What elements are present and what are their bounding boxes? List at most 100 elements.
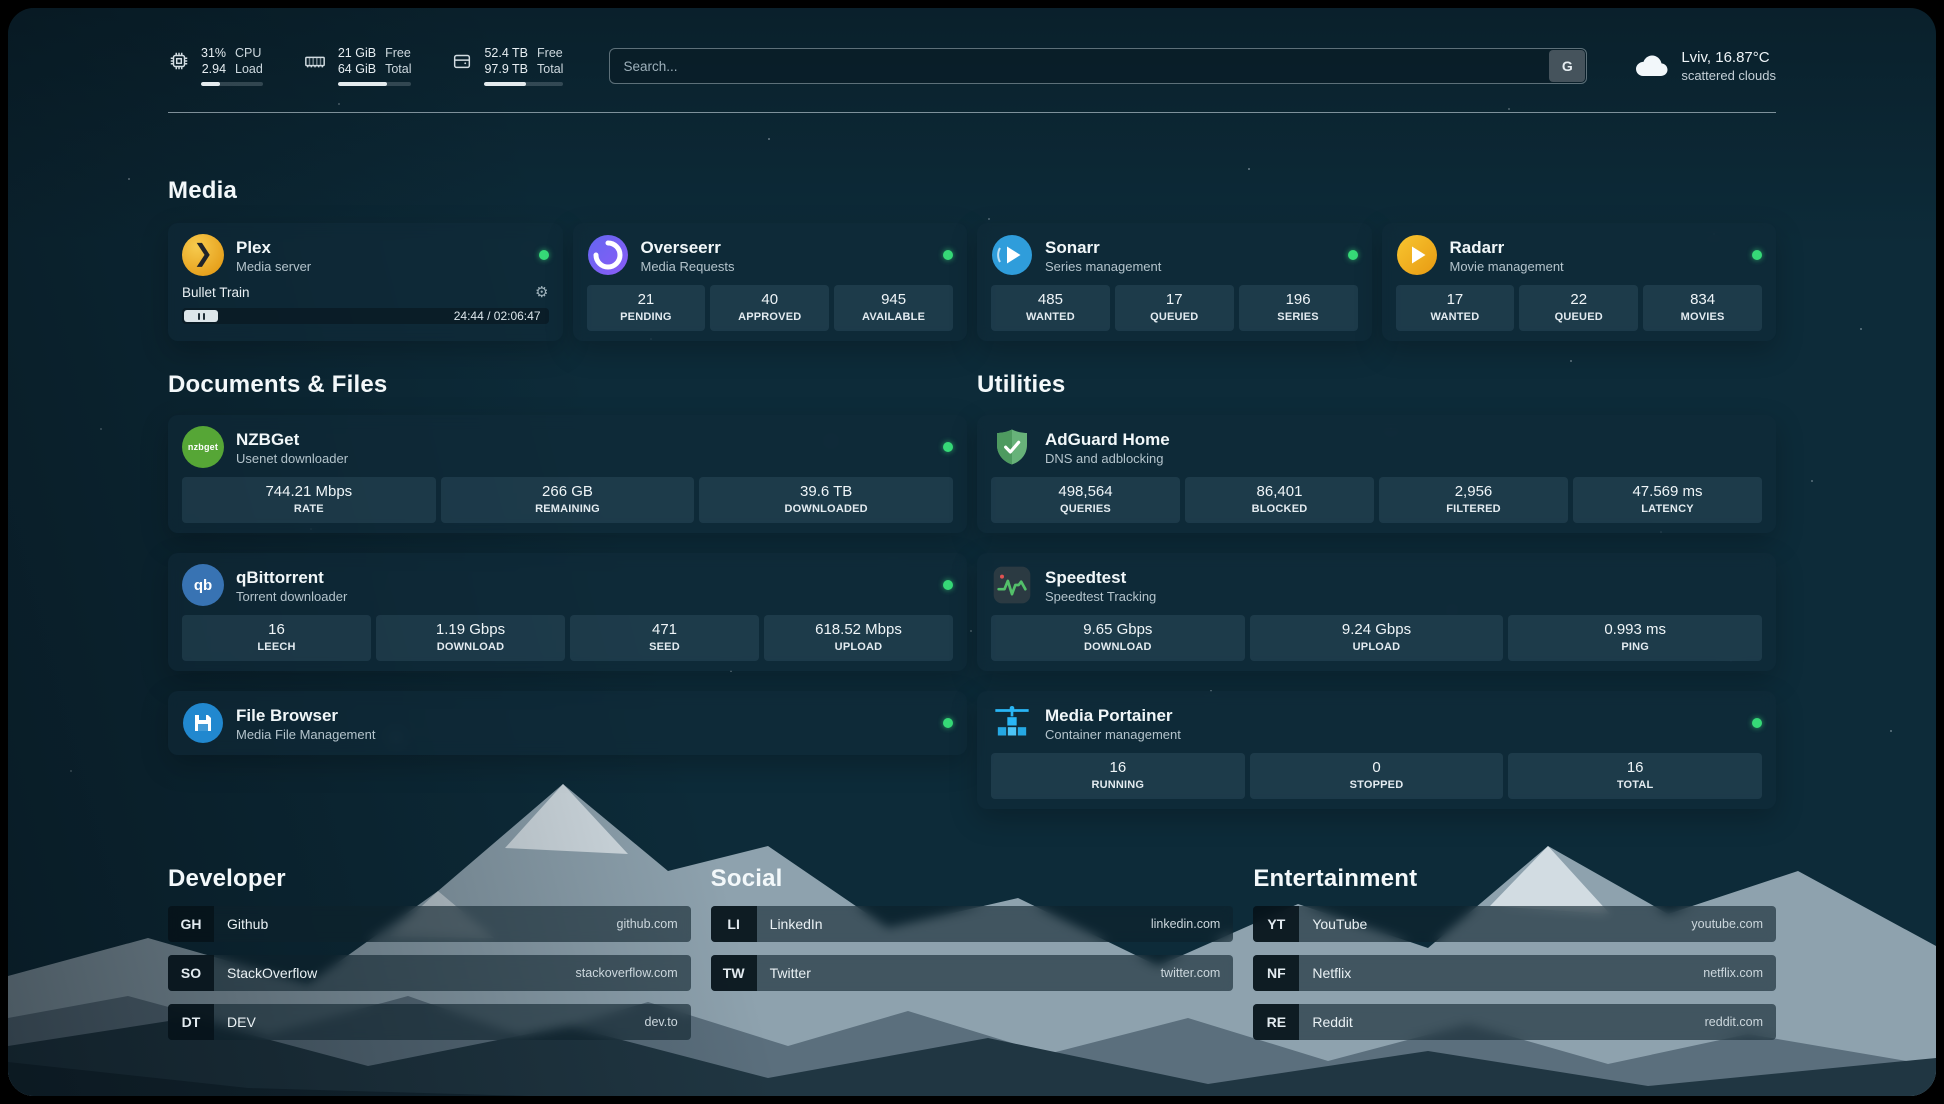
- weather-location-temp: Lviv, 16.87°C: [1681, 49, 1776, 66]
- cpu-load-label: Load: [235, 62, 263, 77]
- bookmark-name: Reddit: [1299, 1014, 1352, 1030]
- app-subtitle-filebrowser: Media File Management: [236, 727, 375, 742]
- stat-queries: 498,564 QUERIES: [991, 477, 1180, 523]
- disk-total-label: Total: [537, 62, 563, 77]
- app-card-overseerr[interactable]: Overseerr Media Requests 21 PENDING 40 A…: [573, 223, 968, 341]
- bookmark-name: YouTube: [1299, 916, 1367, 932]
- bookmark-name: Netflix: [1299, 965, 1351, 981]
- app-card-radarr[interactable]: Radarr Movie management 17 WANTED 22 QUE…: [1382, 223, 1777, 341]
- bookmark-url: youtube.com: [1691, 917, 1776, 931]
- adguard-icon: [991, 426, 1033, 468]
- bookmark-youtube[interactable]: YT YouTube youtube.com: [1253, 906, 1776, 942]
- section-title-social: Social: [711, 865, 1234, 893]
- app-name-qbittorrent: qBittorrent: [236, 567, 347, 588]
- status-online-dot: [1752, 250, 1762, 260]
- playback-progress-bar[interactable]: 24:44 / 02:06:47: [182, 308, 549, 324]
- ram-free-label: Free: [385, 46, 411, 61]
- overseerr-icon: [587, 234, 629, 276]
- cpu-icon: [168, 50, 190, 72]
- app-card-plex[interactable]: ❯ Plex Media server Bullet Train ⚙ 24:44…: [168, 223, 563, 341]
- section-title-documents: Documents & Files: [168, 371, 967, 399]
- stat-download: 1.19 Gbps DOWNLOAD: [376, 615, 565, 661]
- cpu-percent-value: 31%: [201, 46, 226, 61]
- stat-queued: 22 QUEUED: [1519, 285, 1638, 331]
- disk-stat-widget: 52.4 TB Free 97.9 TB Total: [451, 46, 563, 86]
- dashboard: 31% CPU 2.94 Load: [8, 8, 1936, 1096]
- status-online-dot: [943, 250, 953, 260]
- app-subtitle-speedtest: Speedtest Tracking: [1045, 589, 1156, 604]
- app-subtitle-radarr: Movie management: [1450, 259, 1564, 274]
- bookmark-url: twitter.com: [1161, 966, 1234, 980]
- app-card-portainer[interactable]: Media Portainer Container management 16 …: [977, 691, 1776, 809]
- app-name-plex: Plex: [236, 237, 311, 258]
- utilities-column: Utilities: [977, 371, 1776, 809]
- bookmark-abbr: TW: [711, 955, 757, 991]
- bookmark-netflix[interactable]: NF Netflix netflix.com: [1253, 955, 1776, 991]
- app-subtitle-qbittorrent: Torrent downloader: [236, 589, 347, 604]
- stat-blocked: 86,401 BLOCKED: [1185, 477, 1374, 523]
- gear-icon[interactable]: ⚙: [535, 285, 548, 300]
- app-card-nzbget[interactable]: nzbget NZBGet Usenet downloader 744.21 M…: [168, 415, 967, 533]
- ram-total-value: 64 GiB: [338, 62, 376, 77]
- bookmarks-section: Developer GH Github github.com SO StackO…: [168, 865, 1776, 1040]
- bookmark-name: Twitter: [757, 965, 811, 981]
- screen-frame: 31% CPU 2.94 Load: [0, 0, 1944, 1104]
- stat-total: 16 TOTAL: [1508, 753, 1762, 799]
- stat-download: 9.65 Gbps DOWNLOAD: [991, 615, 1245, 661]
- stat-queued: 17 QUEUED: [1115, 285, 1234, 331]
- bookmark-linkedin[interactable]: LI LinkedIn linkedin.com: [711, 906, 1234, 942]
- bookmark-dev[interactable]: DT DEV dev.to: [168, 1004, 691, 1040]
- pause-button[interactable]: [184, 310, 218, 322]
- stars-decoration: [8, 8, 10, 10]
- qbittorrent-icon: qb: [182, 564, 224, 606]
- disk-usage-bar: [484, 82, 563, 86]
- section-title-developer: Developer: [168, 865, 691, 893]
- ram-stat-widget: 21 GiB Free 64 GiB Total: [303, 46, 412, 86]
- stat-ping: 0.993 ms PING: [1508, 615, 1762, 661]
- app-card-filebrowser[interactable]: File Browser Media File Management: [168, 691, 967, 755]
- stat-downloaded: 39.6 TB DOWNLOADED: [699, 477, 953, 523]
- app-name-sonarr: Sonarr: [1045, 237, 1161, 258]
- portainer-icon: [991, 702, 1033, 744]
- bookmark-reddit[interactable]: RE Reddit reddit.com: [1253, 1004, 1776, 1040]
- app-subtitle-portainer: Container management: [1045, 727, 1181, 742]
- stat-running: 16 RUNNING: [991, 753, 1245, 799]
- app-name-portainer: Media Portainer: [1045, 705, 1181, 726]
- filebrowser-icon: [182, 702, 224, 744]
- disk-free-label: Free: [537, 46, 563, 61]
- app-card-speedtest[interactable]: Speedtest Speedtest Tracking 9.65 Gbps D…: [977, 553, 1776, 671]
- app-card-adguard[interactable]: AdGuard Home DNS and adblocking 498,564 …: [977, 415, 1776, 533]
- stat-approved: 40 APPROVED: [710, 285, 829, 331]
- top-bar: 31% CPU 2.94 Load: [168, 38, 1776, 94]
- stat-leech: 16 LEECH: [182, 615, 371, 661]
- speedtest-icon: [991, 564, 1033, 606]
- stat-remaining: 266 GB REMAINING: [441, 477, 695, 523]
- bookmark-name: Github: [214, 916, 268, 932]
- stat-latency: 47.569 ms LATENCY: [1573, 477, 1762, 523]
- media-grid: ❯ Plex Media server Bullet Train ⚙ 24:44…: [168, 223, 1776, 341]
- app-subtitle-overseerr: Media Requests: [641, 259, 735, 274]
- bookmark-name: StackOverflow: [214, 965, 317, 981]
- stat-rate: 744.21 Mbps RATE: [182, 477, 436, 523]
- app-card-qbittorrent[interactable]: qb qBittorrent Torrent downloader 16: [168, 553, 967, 671]
- stat-upload: 618.52 Mbps UPLOAD: [764, 615, 953, 661]
- bookmark-group-entertainment: Entertainment YT YouTube youtube.com NF …: [1253, 865, 1776, 1040]
- app-subtitle-adguard: DNS and adblocking: [1045, 451, 1170, 466]
- search-input[interactable]: [609, 48, 1587, 84]
- section-title-entertainment: Entertainment: [1253, 865, 1776, 893]
- hard-drive-icon: [451, 50, 473, 72]
- bookmark-stackoverflow[interactable]: SO StackOverflow stackoverflow.com: [168, 955, 691, 991]
- cpu-usage-bar: [201, 82, 263, 86]
- app-name-radarr: Radarr: [1450, 237, 1564, 258]
- cpu-stat-widget: 31% CPU 2.94 Load: [168, 46, 263, 86]
- bookmark-twitter[interactable]: TW Twitter twitter.com: [711, 955, 1234, 991]
- bookmark-name: DEV: [214, 1014, 256, 1030]
- search-engine-button[interactable]: G: [1549, 50, 1585, 82]
- search-bar: G: [609, 48, 1587, 84]
- app-card-sonarr[interactable]: Sonarr Series management 485 WANTED 17 Q…: [977, 223, 1372, 341]
- ram-free-value: 21 GiB: [338, 46, 376, 61]
- cpu-load-value: 2.94: [201, 62, 226, 77]
- bookmark-github[interactable]: GH Github github.com: [168, 906, 691, 942]
- stat-filtered: 2,956 FILTERED: [1379, 477, 1568, 523]
- bookmark-group-social: Social LI LinkedIn linkedin.com TW Twitt…: [711, 865, 1234, 1040]
